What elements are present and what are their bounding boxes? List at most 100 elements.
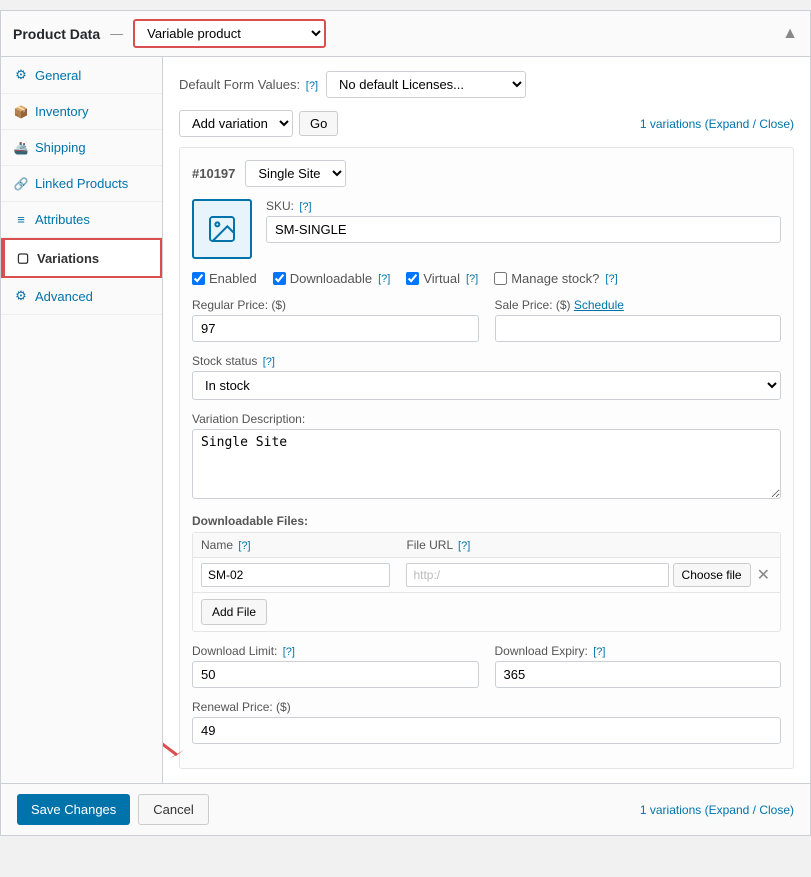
regular-price-input[interactable] (192, 315, 479, 342)
remove-file-button[interactable]: ✕ (755, 565, 772, 585)
virtual-help[interactable]: [?] (466, 273, 478, 285)
virtual-checkbox-label[interactable]: Virtual [?] (406, 271, 478, 286)
name-col-help[interactable]: [?] (238, 540, 250, 552)
dl-file-name-input[interactable] (201, 563, 390, 587)
arrow-svg (163, 720, 187, 760)
footer-variations-link: 1 variations (Expand / Close) (640, 803, 794, 817)
regular-price-label: Regular Price: ($) (192, 298, 479, 312)
footer-close-link[interactable]: Close (759, 803, 790, 817)
dl-file-url-cell: Choose file ✕ (398, 558, 780, 593)
default-form-label: Default Form Values: [?] (179, 77, 318, 92)
sidebar-item-attributes[interactable]: ≡ Attributes (1, 202, 162, 238)
sidebar-label-general: General (35, 68, 81, 83)
schedule-link[interactable]: Schedule (574, 298, 624, 312)
download-expiry-help[interactable]: [?] (593, 646, 605, 658)
close-link[interactable]: Close (759, 117, 790, 131)
default-form-help[interactable]: [?] (306, 80, 318, 92)
shipping-icon: 🚢 (13, 141, 29, 155)
virtual-label: Virtual (423, 271, 460, 286)
default-form-row: Default Form Values: [?] No default Lice… (179, 71, 794, 98)
collapse-icon[interactable]: ▲ (782, 25, 798, 43)
stock-status-select[interactable]: In stock Out of stock On backorder (192, 371, 781, 400)
inventory-icon: 📦 (13, 105, 29, 119)
renewal-price-input[interactable] (192, 717, 781, 744)
footer-expand-link[interactable]: Expand (709, 803, 750, 817)
cancel-button[interactable]: Cancel (138, 794, 208, 825)
sidebar-label-variations: Variations (37, 251, 99, 266)
expand-link[interactable]: Expand (709, 117, 750, 131)
sidebar-item-variations[interactable]: ▢ Variations (1, 238, 162, 278)
choose-file-button[interactable]: Choose file (673, 563, 751, 587)
dl-meta-row: Download Limit: [?] Download Expiry: [?] (192, 644, 781, 688)
downloadable-checkbox[interactable] (273, 272, 286, 285)
download-expiry-col: Download Expiry: [?] (495, 644, 782, 688)
dl-file-url-input[interactable] (406, 563, 668, 587)
product-type-select[interactable]: Variable product Simple product Grouped … (133, 19, 326, 48)
dl-files-title: Downloadable Files: (192, 514, 781, 528)
downloadable-help[interactable]: [?] (378, 273, 390, 285)
product-data-title: Product Data (13, 26, 100, 42)
add-file-button[interactable]: Add File (201, 599, 267, 625)
sidebar-item-shipping[interactable]: 🚢 Shipping (1, 130, 162, 166)
sidebar: ⚙ General 📦 Inventory 🚢 Shipping 🔗 Linke… (1, 57, 163, 783)
variation-item: #10197 Single Site Multi Site (179, 147, 794, 769)
variation-header-left: Add variation Go (179, 110, 338, 137)
default-form-select[interactable]: No default Licenses... (326, 71, 526, 98)
sidebar-item-advanced[interactable]: ⚙ Advanced (1, 278, 162, 315)
enabled-checkbox-label[interactable]: Enabled (192, 271, 257, 286)
save-changes-button[interactable]: Save Changes (17, 794, 130, 825)
download-limit-help[interactable]: [?] (283, 646, 295, 658)
sidebar-label-advanced: Advanced (35, 289, 93, 304)
download-expiry-input[interactable] (495, 661, 782, 688)
enabled-label: Enabled (209, 271, 257, 286)
add-variation-select[interactable]: Add variation (179, 110, 293, 137)
file-url-cell: Choose file ✕ (406, 563, 772, 587)
sidebar-item-linked-products[interactable]: 🔗 Linked Products (1, 166, 162, 202)
main-content: Default Form Values: [?] No default Lice… (163, 57, 810, 783)
download-limit-col: Download Limit: [?] (192, 644, 479, 688)
sidebar-item-general[interactable]: ⚙ General (1, 57, 162, 94)
variations-icon: ▢ (15, 250, 31, 266)
manage-stock-checkbox-label[interactable]: Manage stock? [?] (494, 271, 617, 286)
product-data-header: Product Data — Variable product Simple p… (1, 11, 810, 57)
sku-help[interactable]: [?] (299, 201, 311, 213)
downloadable-checkbox-label[interactable]: Downloadable [?] (273, 271, 391, 286)
footer-actions: Save Changes Cancel (17, 794, 209, 825)
download-limit-input[interactable] (192, 661, 479, 688)
header-dash: — (110, 26, 123, 41)
virtual-checkbox[interactable] (406, 272, 419, 285)
dl-files-container: Name [?] File URL [?] (192, 532, 781, 632)
sidebar-label-inventory: Inventory (35, 104, 88, 119)
sku-input[interactable] (266, 216, 781, 243)
manage-stock-help[interactable]: [?] (605, 273, 617, 285)
dl-file-name-cell (193, 558, 398, 593)
stock-status-row: Stock status [?] In stock Out of stock O… (192, 354, 781, 400)
enabled-checkbox[interactable] (192, 272, 205, 285)
regular-price-col: Regular Price: ($) (192, 298, 479, 342)
download-limit-label: Download Limit: [?] (192, 644, 479, 658)
renewal-price-row: Renewal Price: ($) (192, 700, 781, 744)
renewal-price-label: Renewal Price: ($) (192, 700, 781, 714)
variation-image[interactable] (192, 199, 252, 259)
sale-price-col: Sale Price: ($) Schedule (495, 298, 782, 342)
product-data-body: ⚙ General 📦 Inventory 🚢 Shipping 🔗 Linke… (1, 57, 810, 783)
variation-type-select[interactable]: Single Site Multi Site (245, 160, 346, 187)
general-icon: ⚙ (13, 67, 29, 83)
sidebar-label-shipping: Shipping (35, 140, 86, 155)
stock-status-help[interactable]: [?] (263, 356, 275, 368)
variation-desc-label: Variation Description: (192, 412, 781, 426)
sku-section: SKU: [?] (266, 199, 781, 243)
variation-desc-textarea[interactable]: Single Site (192, 429, 781, 499)
manage-stock-checkbox[interactable] (494, 272, 507, 285)
url-col-header: File URL [?] (398, 533, 780, 558)
image-sku-row: SKU: [?] (192, 199, 781, 259)
downloadable-label: Downloadable (290, 271, 372, 286)
red-arrow-indicator (163, 720, 187, 763)
sidebar-item-inventory[interactable]: 📦 Inventory (1, 94, 162, 130)
sale-price-input[interactable] (495, 315, 782, 342)
sku-label: SKU: [?] (266, 199, 781, 213)
url-col-help[interactable]: [?] (458, 540, 470, 552)
go-button[interactable]: Go (299, 111, 338, 136)
dl-file-row: Choose file ✕ (193, 558, 780, 593)
variation-header: Add variation Go 1 variations (Expand / … (179, 110, 794, 137)
